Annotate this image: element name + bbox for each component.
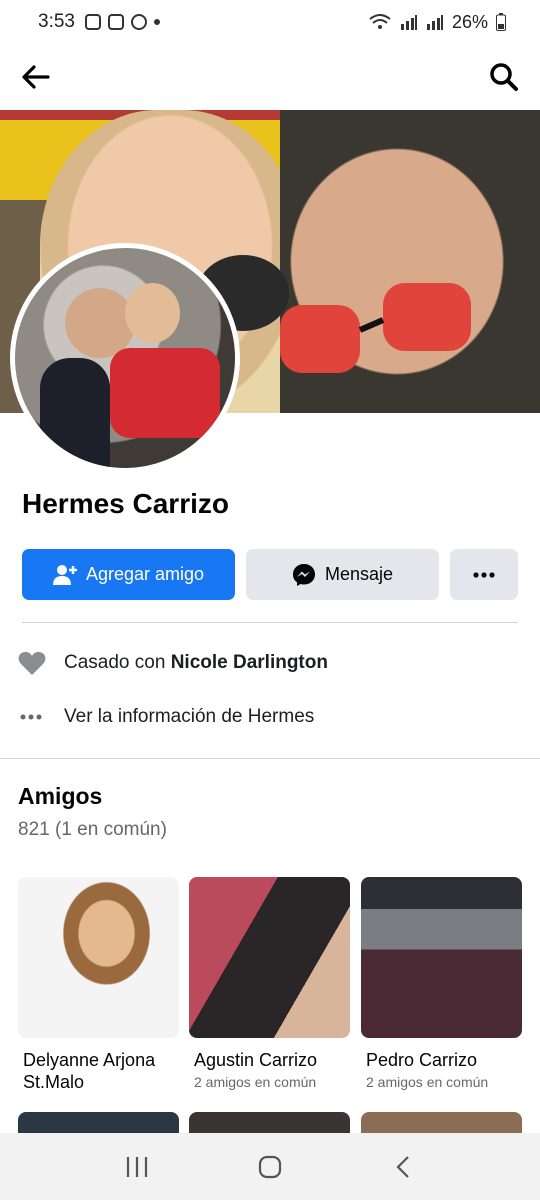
back-arrow-icon (22, 65, 50, 89)
signal-icon (400, 15, 417, 30)
relationship-prefix: Casado con (64, 652, 166, 673)
signal-icon-2 (426, 15, 443, 30)
system-back-button[interactable] (373, 1142, 433, 1192)
profile-actions: Agregar amigo Mensaje (22, 549, 518, 600)
status-time: 3:53 (38, 11, 75, 32)
message-label: Mensaje (324, 564, 394, 584)
avatar-face-man (65, 288, 135, 358)
section-separator (0, 758, 540, 759)
friend-name: Pedro Carrizo (366, 1050, 478, 1070)
instagram-icon (84, 14, 101, 30)
avatar-face-woman (125, 283, 180, 343)
friend-card-partial[interactable] (361, 1112, 522, 1134)
friend-card[interactable]: Pedro Carrizo 2 amigos en común (361, 877, 522, 1090)
avatar-child (40, 358, 110, 468)
avatar-red-shirt (110, 348, 220, 438)
system-nav-bar (0, 1133, 540, 1200)
sunglasses-mirror (280, 283, 471, 373)
divider (22, 622, 518, 623)
partner-link[interactable]: Nicole Darlington (171, 652, 328, 673)
search-icon (490, 63, 518, 91)
status-right: 26% (368, 12, 506, 33)
friend-card[interactable]: Delyanne Arjona St.Malo (18, 877, 179, 1093)
notification-icons (84, 14, 160, 30)
relationship-text: Casado con Nicole Darlington (64, 652, 328, 674)
more-dots-icon (473, 571, 495, 578)
messenger-icon (292, 563, 315, 586)
friend-name: Agustin Carrizo (194, 1050, 318, 1070)
recent-apps-icon (126, 1156, 147, 1177)
friend-name: Delyanne Arjona St.Malo (23, 1050, 156, 1092)
friend-mutual: 2 amigos en común (366, 1074, 489, 1090)
home-icon (258, 1155, 282, 1178)
friend-card[interactable]: Agustin Carrizo 2 amigos en común (189, 877, 350, 1090)
recent-apps-button[interactable] (107, 1142, 167, 1192)
battery-icon (496, 13, 506, 31)
relationship-row: Casado con Nicole Darlington (18, 650, 328, 676)
friend-card-partial[interactable] (189, 1112, 350, 1134)
add-friend-label: Agregar amigo (85, 564, 205, 584)
friends-title[interactable]: Amigos (18, 783, 102, 810)
more-options-button[interactable] (450, 549, 518, 600)
profile-avatar[interactable] (10, 243, 240, 473)
status-bar: 3:53 26% (0, 0, 540, 44)
friends-count: 821 (1 en común) (18, 819, 167, 840)
friend-card-partial[interactable] (18, 1112, 179, 1134)
chrome-icon (130, 14, 147, 30)
friend-photo (189, 877, 350, 1038)
see-info-label: Ver la información de Hermes (64, 706, 315, 727)
message-button[interactable]: Mensaje (246, 549, 439, 600)
more-dots-small-icon (20, 714, 42, 720)
battery-percent: 26% (451, 11, 488, 32)
back-button[interactable] (18, 59, 54, 95)
home-button[interactable] (240, 1142, 300, 1192)
friend-mutual: 2 amigos en común (194, 1074, 317, 1090)
gallery-icon (107, 14, 124, 30)
see-info-row[interactable]: Ver la información de Hermes (18, 704, 314, 730)
add-friend-icon (52, 564, 77, 585)
chevron-left-icon (396, 1155, 410, 1178)
friend-photo (18, 877, 179, 1038)
add-friend-button[interactable]: Agregar amigo (22, 549, 235, 600)
profile-name: Hermes Carrizo (22, 488, 229, 519)
friend-photo (361, 877, 522, 1038)
wifi-icon (369, 14, 391, 29)
more-notifications-icon (153, 19, 160, 25)
search-button[interactable] (486, 59, 522, 95)
heart-icon (18, 651, 46, 675)
top-bar (0, 44, 540, 110)
